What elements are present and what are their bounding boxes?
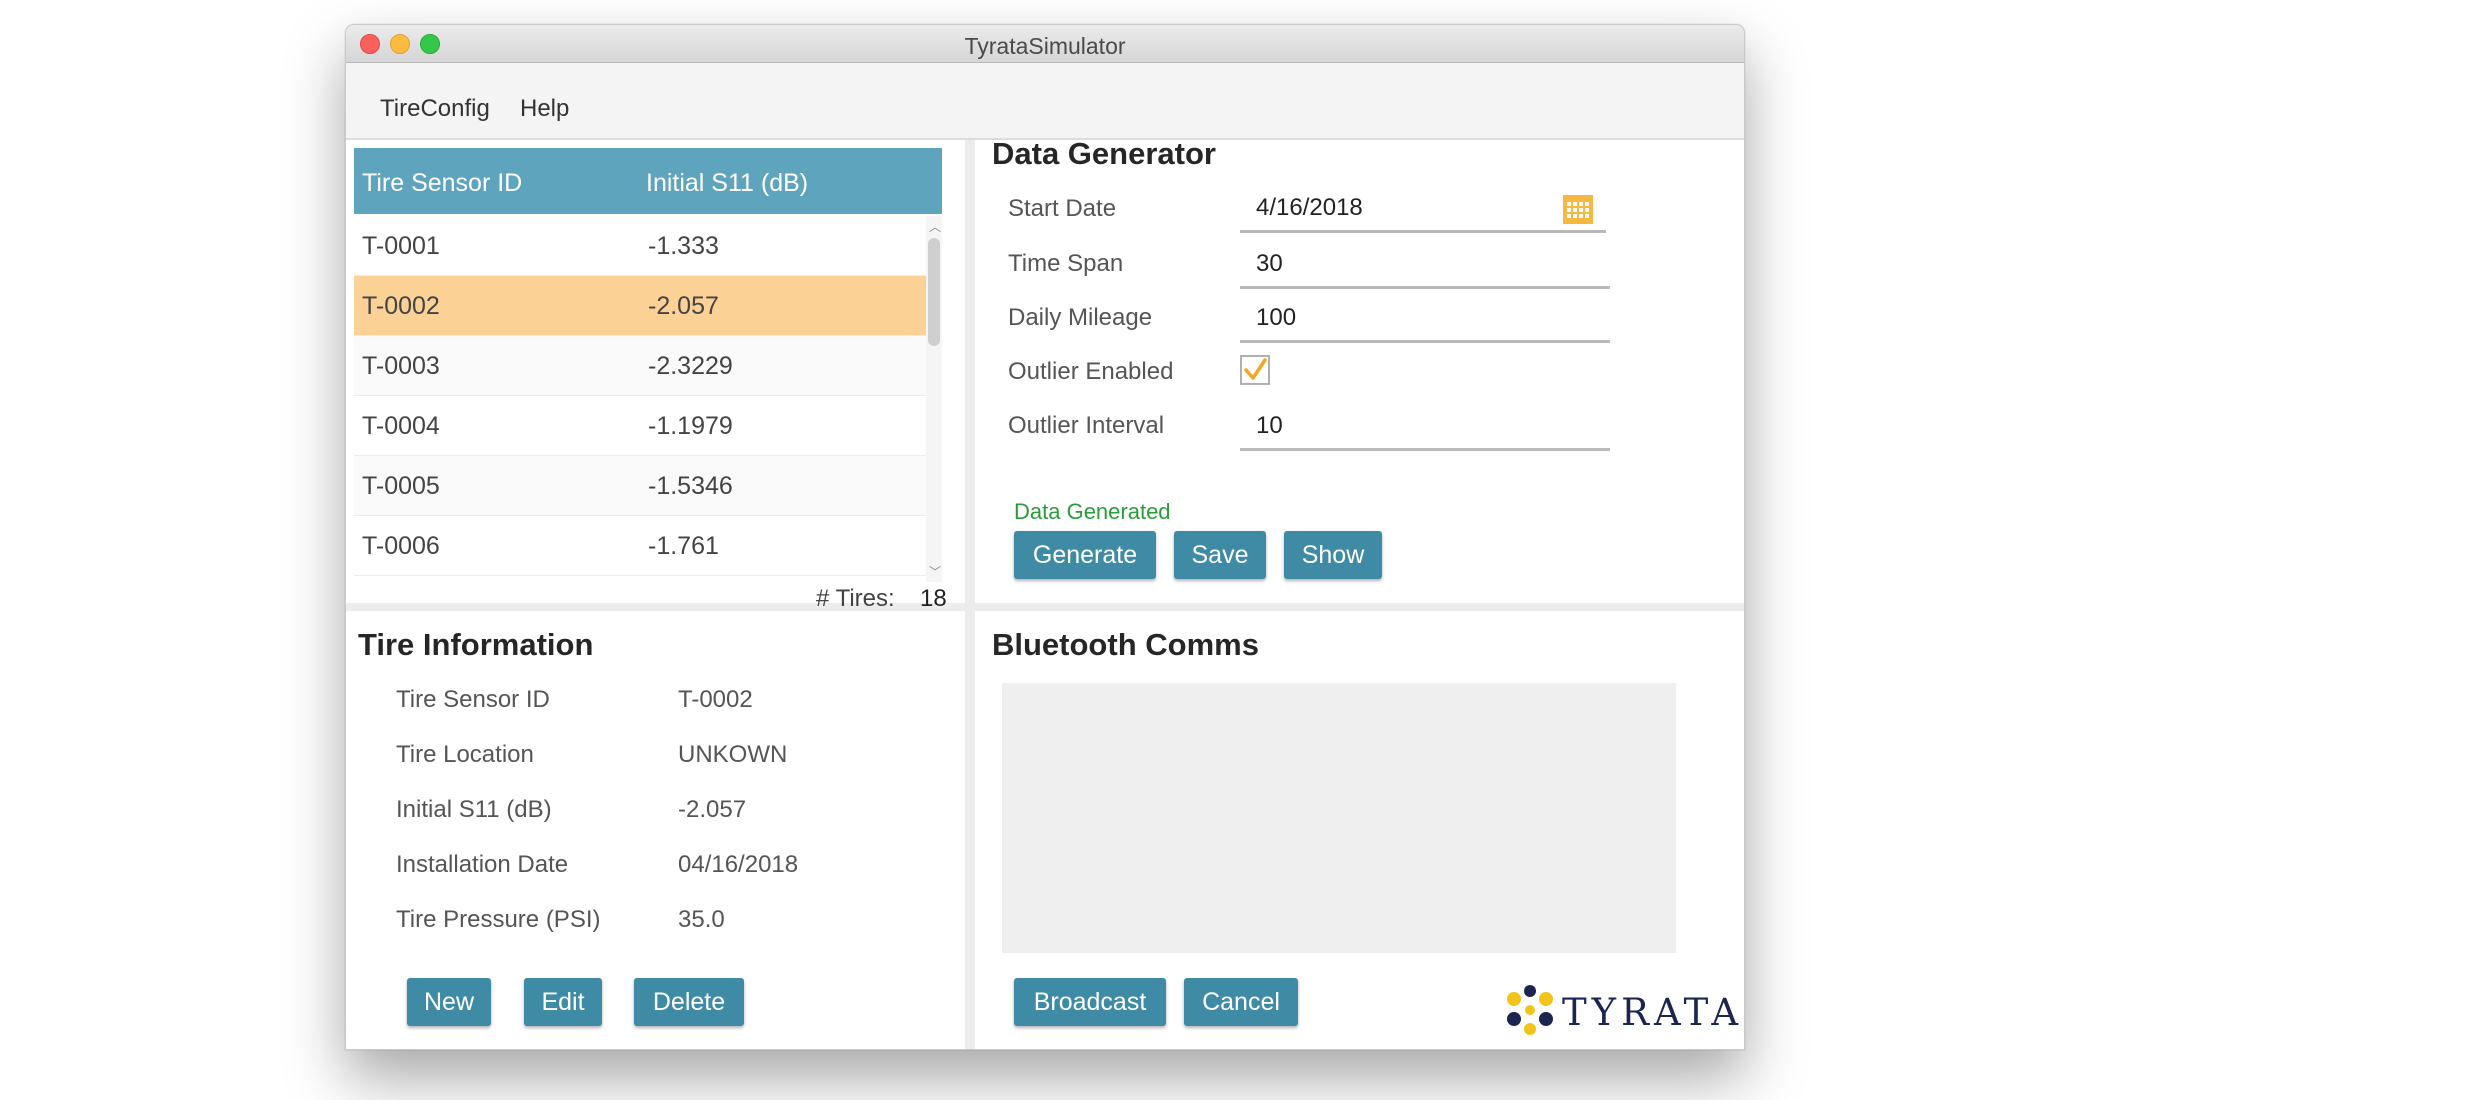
value-initial-s11: -2.057	[678, 796, 747, 823]
daily-mileage-field[interactable]	[1240, 295, 1610, 343]
time-span-field[interactable]	[1240, 241, 1610, 289]
value-tire-pressure: 35.0	[678, 906, 725, 933]
app-window: TyrataSimulator TireConfig Help Tire Sen…	[345, 24, 1745, 1050]
cell-sensor-id: T-0003	[362, 352, 440, 380]
cell-initial-s11: -1.333	[648, 232, 719, 260]
edit-button[interactable]: Edit	[524, 978, 602, 1026]
tire-table: Tire Sensor ID Initial S11 (dB) T-0001 -…	[354, 148, 942, 582]
table-row[interactable]: T-0003 -2.3229	[354, 336, 926, 396]
table-row[interactable]: T-0006 -1.761	[354, 516, 926, 576]
menu-bar: TireConfig Help	[346, 63, 1744, 140]
column-header-sensor-id[interactable]: Tire Sensor ID	[362, 169, 522, 198]
tire-count-label: # Tires:	[816, 585, 895, 612]
scroll-down-icon[interactable]: ﹀	[929, 563, 941, 580]
table-row[interactable]: T-0004 -1.1979	[354, 396, 926, 456]
table-row[interactable]: T-0005 -1.5346	[354, 456, 926, 516]
table-scrollbar[interactable]: ︿ ﹀	[926, 216, 942, 582]
scrollbar-thumb[interactable]	[928, 238, 940, 346]
cell-initial-s11: -2.3229	[648, 352, 733, 380]
save-button[interactable]: Save	[1174, 531, 1266, 579]
checkmark-icon	[1244, 358, 1267, 380]
label-tire-pressure: Tire Pressure (PSI)	[396, 906, 601, 933]
table-row-selected[interactable]: T-0002 -2.057	[354, 276, 926, 336]
label-outlier-enabled: Outlier Enabled	[1008, 358, 1174, 385]
data-generator-title: Data Generator	[992, 136, 1216, 171]
title-bar: TyrataSimulator	[346, 25, 1744, 63]
label-outlier-interval: Outlier Interval	[1008, 412, 1165, 439]
column-header-initial-s11[interactable]: Initial S11 (dB)	[646, 169, 808, 198]
cell-initial-s11: -1.1979	[648, 412, 733, 440]
table-row[interactable]: T-0001 -1.333	[354, 216, 926, 276]
cell-initial-s11: -1.761	[648, 532, 719, 560]
delete-button[interactable]: Delete	[634, 978, 744, 1026]
logo-text: TYRATA	[1562, 991, 1744, 1034]
label-time-span: Time Span	[1008, 250, 1124, 277]
bluetooth-log-area[interactable]	[1002, 683, 1676, 953]
label-installation-date: Installation Date	[396, 851, 569, 878]
cell-sensor-id: T-0001	[362, 232, 440, 260]
cancel-button[interactable]: Cancel	[1184, 978, 1298, 1026]
generate-button[interactable]: Generate	[1014, 531, 1156, 579]
label-start-date: Start Date	[1008, 195, 1117, 222]
show-button[interactable]: Show	[1284, 531, 1382, 579]
cell-initial-s11: -1.5346	[648, 472, 733, 500]
outlier-interval-field[interactable]	[1240, 403, 1610, 451]
label-tire-sensor-id: Tire Sensor ID	[396, 686, 550, 713]
outlier-enabled-checkbox[interactable]	[1240, 355, 1270, 385]
calendar-icon[interactable]	[1562, 193, 1594, 225]
table-body: T-0001 -1.333 T-0002 -2.057 T-0003 -2.32…	[354, 216, 926, 576]
tyrata-logo: TYRATA	[1504, 985, 1738, 1035]
cell-sensor-id: T-0002	[362, 292, 440, 320]
table-header: Tire Sensor ID Initial S11 (dB)	[354, 148, 942, 214]
tyrata-logo-icon	[1507, 985, 1553, 1035]
label-tire-location: Tire Location	[396, 741, 534, 768]
cell-sensor-id: T-0004	[362, 412, 440, 440]
tire-count-value: 18	[920, 585, 947, 612]
generation-status: Data Generated	[1014, 499, 1171, 524]
vertical-divider[interactable]	[965, 140, 975, 1049]
horizontal-divider[interactable]	[346, 603, 1744, 611]
menu-help[interactable]: Help	[520, 95, 569, 123]
label-initial-s11: Initial S11 (dB)	[396, 796, 552, 823]
value-tire-location: UNKOWN	[678, 741, 788, 768]
cell-sensor-id: T-0005	[362, 472, 440, 500]
cell-sensor-id: T-0006	[362, 532, 440, 560]
cell-initial-s11: -2.057	[648, 292, 719, 320]
menu-tireconfig[interactable]: TireConfig	[380, 95, 490, 123]
label-daily-mileage: Daily Mileage	[1008, 304, 1153, 331]
new-button[interactable]: New	[407, 978, 491, 1026]
value-tire-sensor-id: T-0002	[678, 686, 753, 713]
value-installation-date: 04/16/2018	[678, 851, 799, 878]
tire-info-title: Tire Information	[358, 627, 594, 662]
bluetooth-comms-title: Bluetooth Comms	[992, 627, 1259, 662]
start-date-field[interactable]	[1240, 185, 1606, 233]
scroll-up-icon[interactable]: ︿	[929, 218, 941, 235]
broadcast-button[interactable]: Broadcast	[1014, 978, 1166, 1026]
window-title: TyrataSimulator	[964, 33, 1126, 59]
